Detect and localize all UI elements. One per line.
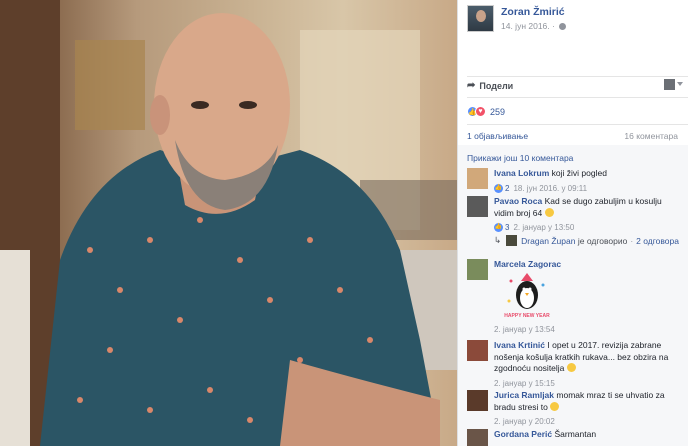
avatar[interactable] <box>467 340 488 361</box>
avatar[interactable] <box>467 429 488 446</box>
comment-author[interactable]: Marcela Zagorac <box>494 259 561 269</box>
reactions-summary[interactable]: 👍 ♥ 259 <box>467 106 505 117</box>
avatar <box>506 235 518 246</box>
comment-time[interactable]: 18. јун 2016. у 09:11 <box>513 183 587 195</box>
globe-icon <box>559 23 567 30</box>
comment-meta: 2. јануар у 20:02 <box>494 416 682 428</box>
reply-author: Dragan Župan <box>521 235 576 246</box>
like-icon: 👍 <box>494 183 503 193</box>
comment-author[interactable]: Ivana Krtinić <box>494 340 545 350</box>
comment-time[interactable]: 2. јануар у 20:02 <box>494 416 555 428</box>
post-sidebar: Zoran Žmirić 14. јун 2016. · ➦ Подели 👍 … <box>457 0 688 446</box>
comment-time[interactable]: 2. јануар у 13:50 <box>513 222 574 234</box>
comment-text: koji živi pogled <box>551 168 607 178</box>
post-photo[interactable] <box>0 0 457 446</box>
reply-action: је одговорио <box>577 235 628 246</box>
comment-text: Šarmantan <box>554 429 597 439</box>
comment-author[interactable]: Jurica Ramljak <box>494 390 554 400</box>
photo-illustration <box>0 0 457 446</box>
comment-time[interactable]: 2. јануар у 15:15 <box>494 378 555 390</box>
comments-section: Прикажи још 10 коментара Ivana Lokrum ko… <box>458 145 688 446</box>
comment-time[interactable]: 2. јануар у 13:54 <box>494 325 555 334</box>
smile-emoji-icon <box>566 363 576 372</box>
love-icon: ♥ <box>475 106 486 117</box>
share-icon: ➦ <box>467 80 476 91</box>
comment-meta: 👍 2 18. јун 2016. у 09:11 <box>494 183 682 195</box>
avatar[interactable] <box>467 390 488 411</box>
comment-like-count[interactable]: 3 <box>505 222 509 234</box>
comments-count[interactable]: 16 коментара <box>624 131 678 141</box>
penguin-sticker: HAPPY NEW YEAR <box>504 273 550 319</box>
divider <box>467 124 688 125</box>
reply-arrow-icon: ↳ <box>494 235 502 245</box>
divider <box>467 97 688 98</box>
separator: · <box>630 235 634 246</box>
avatar[interactable] <box>467 259 488 280</box>
shares-count[interactable]: 1 објављивање <box>467 131 528 141</box>
show-more-comments-link[interactable]: Прикажи још 10 коментара <box>467 153 573 163</box>
avatar[interactable] <box>467 196 488 217</box>
divider <box>467 76 688 77</box>
comment-meta: 2. јануар у 15:15 <box>494 378 682 390</box>
post-date[interactable]: 14. јун 2016. · <box>501 21 567 31</box>
author-avatar[interactable] <box>467 5 494 32</box>
avatar[interactable] <box>467 168 488 189</box>
comment-meta: 2. јануар у 13:54 <box>494 325 682 334</box>
sticker-text: HAPPY NEW YEAR <box>504 313 550 319</box>
chevron-down-icon[interactable] <box>677 82 683 86</box>
reply-count: 2 одговора <box>636 235 679 246</box>
comment-meta: 👍 3 2. јануар у 13:50 <box>494 222 682 234</box>
comment-author[interactable]: Ivana Lokrum <box>494 168 549 178</box>
smile-emoji-icon <box>550 401 560 411</box>
comment-like-count[interactable]: 2 <box>505 183 509 195</box>
share-button[interactable]: ➦ Подели <box>467 80 513 91</box>
share-label: Подели <box>479 80 514 91</box>
like-icon: 👍 <box>494 223 503 233</box>
replies-link[interactable]: ↳ Dragan Župan је одговорио · 2 одговора <box>494 235 679 246</box>
viewer-avatar[interactable] <box>664 79 675 90</box>
author-name[interactable]: Zoran Žmirić <box>501 6 565 18</box>
comment-author[interactable]: Pavao Roca <box>494 196 542 206</box>
reactions-count: 259 <box>490 106 506 117</box>
post-date-text[interactable]: 14. јун 2016. · <box>501 21 555 31</box>
laughing-emoji-icon <box>544 207 554 217</box>
comment-author[interactable]: Gordana Perić <box>494 429 552 439</box>
